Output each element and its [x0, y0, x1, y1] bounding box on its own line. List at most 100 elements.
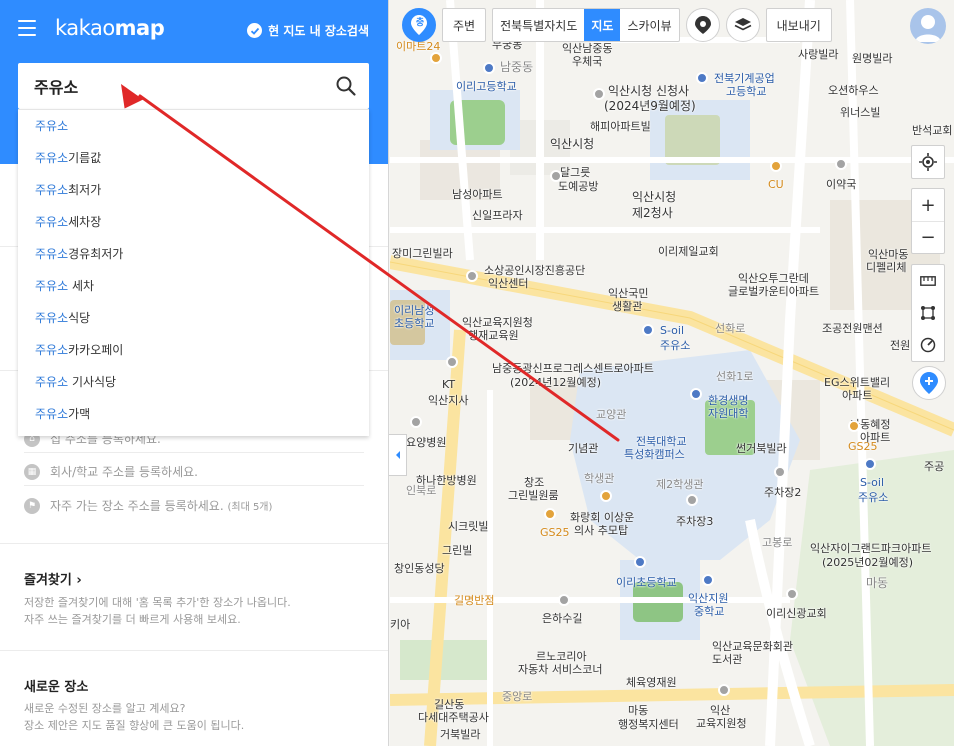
map-label[interactable]: 제2학생관 — [656, 476, 703, 492]
map-label[interactable]: 창인동성당 — [394, 560, 445, 576]
poi-marker[interactable] — [446, 356, 458, 368]
user-avatar[interactable] — [910, 8, 946, 44]
store-poi[interactable] — [770, 160, 782, 172]
map-label[interactable]: S-oil — [860, 476, 884, 489]
suggestion-item[interactable]: 주유소세차장 — [18, 206, 369, 238]
pharmacy-poi[interactable] — [835, 158, 847, 170]
map-tab[interactable]: 지도 — [584, 9, 621, 41]
poi-marker[interactable] — [718, 684, 730, 696]
kakaomap-logo[interactable]: kakaomap — [55, 16, 165, 40]
map-label[interactable]: 거북빌라 — [440, 726, 480, 742]
suggestion-item[interactable]: 주유소 세차 — [18, 270, 369, 302]
map-label[interactable]: 이리신광교회 — [766, 605, 827, 621]
map-label[interactable]: 익산시청 — [550, 135, 594, 152]
map-label[interactable]: KT — [442, 378, 455, 391]
school-poi[interactable] — [702, 574, 714, 586]
map-label[interactable]: 의사 추모탑 — [574, 522, 628, 538]
suggestion-item[interactable]: 주유소 — [18, 110, 369, 142]
map-label[interactable]: 아파트 — [860, 429, 890, 445]
suggestion-item[interactable]: 주유소최저가 — [18, 174, 369, 206]
map-label[interactable]: 원명빌라 — [852, 50, 892, 66]
map-label[interactable]: 이리초등학교 — [616, 574, 677, 590]
poi-marker[interactable] — [466, 270, 478, 282]
search-input[interactable] — [34, 63, 324, 109]
special-map-tab[interactable]: 전북특별자치도 — [493, 9, 584, 41]
suggestion-item[interactable]: 주유소카카오페이 — [18, 334, 369, 366]
map-label[interactable]: 조공전원맨션 — [822, 320, 883, 336]
map-label[interactable]: 고등학교 — [726, 83, 766, 99]
poi-marker[interactable] — [593, 88, 605, 100]
map-label[interactable]: 중앙로 — [502, 688, 532, 704]
roadview-button[interactable] — [685, 8, 720, 42]
map-label[interactable]: 인북로 — [406, 482, 436, 498]
suggestion-item[interactable]: 주유소가맥 — [18, 398, 369, 430]
map-label[interactable]: 특성화캠퍼스 — [624, 446, 685, 462]
map-label[interactable]: 남성아파트 — [452, 186, 503, 202]
map-label[interactable]: 이리고등학교 — [456, 78, 517, 94]
search-icon[interactable] — [335, 75, 357, 97]
nearby-button[interactable]: 주변 — [442, 8, 487, 42]
map-label[interactable]: 초등학교 — [394, 315, 434, 331]
map-canvas[interactable]: 남중동 익산남중동 우체국 이리고등학교 익산시청 신청사 (2024년9월예정) 전북기계… — [390, 0, 954, 746]
map-label[interactable]: 학생관 — [584, 470, 614, 486]
export-button[interactable]: 내보내기 — [765, 8, 832, 42]
school-poi[interactable] — [696, 72, 708, 84]
map-label[interactable]: 자동차 서비스코너 — [518, 661, 602, 677]
map-label[interactable]: 행재교육원 — [468, 327, 519, 343]
church-poi[interactable] — [786, 588, 798, 600]
panel-collapse-button[interactable] — [389, 434, 407, 476]
suggestion-item[interactable]: 주유소기름값 — [18, 142, 369, 174]
map-label[interactable]: 생활관 — [612, 298, 642, 314]
store-poi[interactable] — [430, 52, 442, 64]
map-label[interactable]: (2024년9월예정) — [604, 97, 696, 114]
map-label[interactable]: 도서관 — [712, 651, 742, 667]
map-label[interactable]: 자원대학 — [708, 405, 748, 421]
map-label[interactable]: 선화1로 — [716, 368, 753, 384]
map-label[interactable]: 우체국 — [572, 53, 602, 69]
suggestion-item[interactable]: 주유소경유최저가 — [18, 238, 369, 270]
gas-station-poi[interactable] — [864, 458, 876, 470]
school-poi[interactable] — [483, 62, 495, 74]
store-poi[interactable] — [544, 508, 556, 520]
map-label[interactable]: 체육영재원 — [626, 674, 677, 690]
map-label[interactable]: 주유소 — [660, 337, 690, 353]
map-label[interactable]: 오션하우스 — [828, 82, 879, 98]
map-label[interactable]: 마동 — [866, 574, 888, 591]
map-label[interactable]: 반석교회 — [912, 122, 952, 138]
map-label[interactable]: 그린빌 — [442, 542, 472, 558]
zoom-in-button[interactable]: + — [912, 189, 944, 221]
map-label[interactable]: 디펠리체 — [866, 259, 906, 275]
store-poi[interactable] — [848, 420, 860, 432]
skyview-tab[interactable]: 스카이뷰 — [620, 9, 678, 41]
add-place-button[interactable] — [912, 366, 946, 400]
ruler-button[interactable] — [912, 265, 944, 297]
map-label[interactable]: 키아 — [390, 616, 410, 632]
frequent-place-row[interactable]: ⚑ 자주 가는 장소 주소를 등록하세요. (최대 5개) — [24, 497, 272, 514]
map-label[interactable]: 주유소 — [858, 489, 888, 505]
school-poi[interactable] — [634, 556, 646, 568]
map-label[interactable]: 아파트 — [842, 387, 872, 403]
map-label[interactable]: 남중동 — [500, 58, 533, 75]
map-label[interactable]: 위너스빌 — [840, 104, 880, 120]
company-address-row[interactable]: ▦ 회사/학교 주소를 등록하세요. — [24, 463, 198, 480]
map-label[interactable]: 주차장2 — [764, 484, 801, 500]
suggestion-item[interactable]: 주유소 기사식당 — [18, 366, 369, 398]
map-label[interactable]: 익산시청 — [632, 188, 676, 205]
map-label[interactable]: 익산센터 — [488, 275, 528, 291]
map-label[interactable]: (2025년02월예정) — [822, 554, 913, 570]
map-label[interactable]: 기념관 — [568, 440, 598, 456]
charging-pin-button[interactable]: 충 — [402, 8, 436, 42]
map-label[interactable]: 시크릿빌 — [448, 518, 488, 534]
poi-marker[interactable] — [558, 594, 570, 606]
map-label[interactable]: 전원 — [890, 337, 910, 353]
layers-button[interactable] — [725, 8, 760, 42]
map-label[interactable]: 교양관 — [596, 406, 626, 422]
map-label[interactable]: 교육지원청 — [696, 715, 747, 731]
area-search-toggle[interactable]: 현 지도 내 장소검색 — [247, 22, 369, 39]
map-label[interactable]: 해피아파트빌 — [590, 118, 651, 134]
map-label[interactable]: GS25 — [540, 526, 570, 539]
map-label[interactable]: 이약국 — [826, 176, 856, 192]
hospital-poi[interactable] — [410, 416, 422, 428]
parking-poi[interactable] — [774, 466, 786, 478]
map-label[interactable]: 은하수길 — [542, 610, 582, 626]
